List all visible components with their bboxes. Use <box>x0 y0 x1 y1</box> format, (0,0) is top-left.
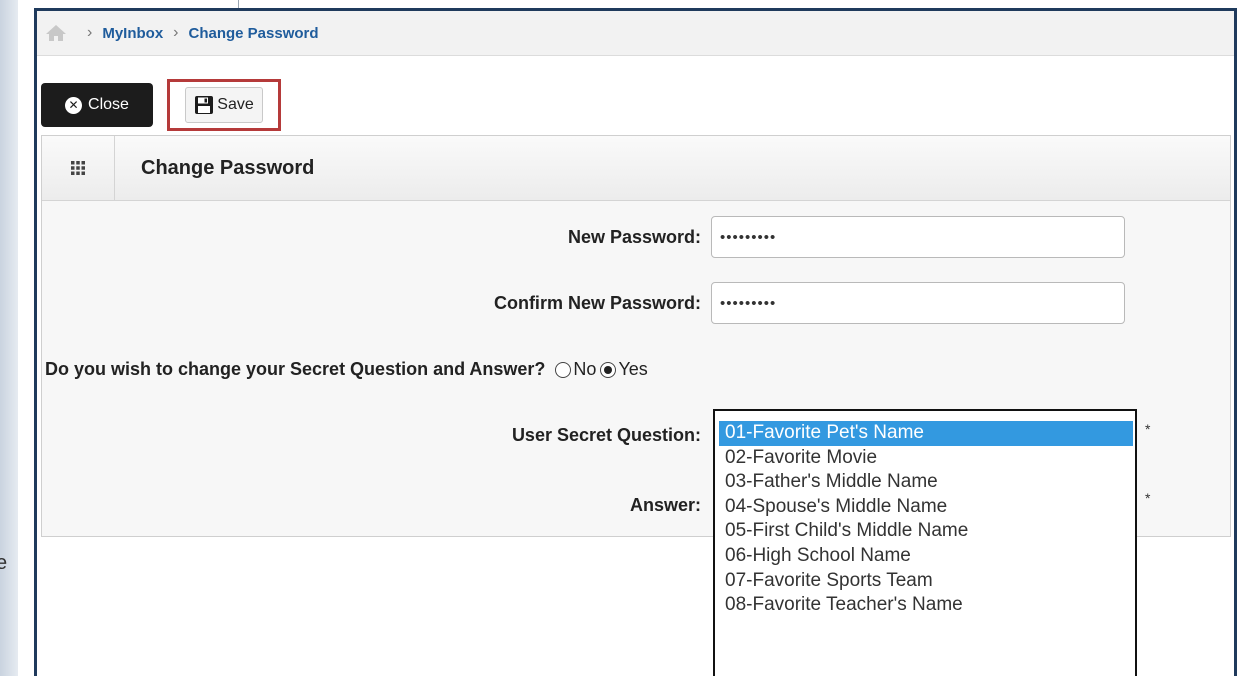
required-marker: * <box>1145 421 1151 437</box>
confirm-password-label: Confirm New Password: <box>493 292 701 313</box>
listbox-option[interactable]: 05-First Child's Middle Name <box>719 519 1133 544</box>
close-button-label: Close <box>88 96 129 113</box>
chevron-right-icon: › <box>87 24 93 41</box>
save-icon <box>195 96 214 114</box>
listbox-option[interactable]: 01-Favorite Pet's Name <box>719 421 1133 446</box>
grid-menu-button[interactable] <box>42 136 115 200</box>
listbox-option[interactable]: 08-Favorite Teacher's Name <box>719 593 1133 618</box>
new-password-row: New Password: ••••••••• <box>37 216 1125 258</box>
yes-radio-label[interactable]: Yes <box>618 359 647 380</box>
confirm-password-input[interactable]: ••••••••• <box>711 282 1125 324</box>
listbox-option[interactable]: 03-Father's Middle Name <box>719 470 1133 495</box>
answer-label: Answer: <box>629 495 701 515</box>
secret-question-label: User Secret Question: <box>511 425 701 445</box>
main-window: › MyInbox › Change Password ✕ Close Save <box>34 8 1237 676</box>
no-radio[interactable] <box>555 361 572 378</box>
answer-row: Answer: <box>37 495 701 516</box>
change-secret-row: Do you wish to change your Secret Questi… <box>45 359 652 380</box>
chevron-right-icon: › <box>173 24 179 41</box>
breadcrumb: › MyInbox › Change Password <box>37 11 1234 56</box>
breadcrumb-item-myinbox[interactable]: MyInbox <box>102 25 163 42</box>
home-icon[interactable] <box>45 24 67 42</box>
panel-header: Change Password <box>42 136 1230 201</box>
secret-question-row: User Secret Question: <box>37 425 701 446</box>
confirm-password-row: Confirm New Password: ••••••••• <box>37 282 1125 324</box>
toolbar: ✕ Close Save <box>41 79 281 131</box>
change-secret-label: Do you wish to change your Secret Questi… <box>45 359 546 379</box>
listbox-option[interactable]: 02-Favorite Movie <box>719 446 1133 471</box>
no-radio-label[interactable]: No <box>573 359 596 380</box>
grid-icon <box>71 161 85 175</box>
new-password-input[interactable]: ••••••••• <box>711 216 1125 258</box>
background-left-strip: e <box>0 0 18 676</box>
cut-off-text: e <box>0 552 8 574</box>
listbox-option[interactable]: 07-Favorite Sports Team <box>719 569 1133 594</box>
panel-title: Change Password <box>141 156 315 179</box>
new-password-label: New Password: <box>567 226 701 247</box>
save-button-highlight: Save <box>167 79 281 131</box>
close-button[interactable]: ✕ Close <box>41 83 153 127</box>
breadcrumb-item-change-password[interactable]: Change Password <box>189 25 319 42</box>
required-marker: * <box>1145 490 1151 506</box>
save-button[interactable]: Save <box>185 87 263 123</box>
yes-radio[interactable] <box>600 361 617 378</box>
listbox-option[interactable]: 06-High School Name <box>719 544 1133 569</box>
listbox-option[interactable]: 04-Spouse's Middle Name <box>719 495 1133 520</box>
close-icon: ✕ <box>65 96 83 114</box>
secret-question-listbox[interactable]: 01-Favorite Pet's Name 02-Favorite Movie… <box>713 409 1137 676</box>
save-button-label: Save <box>217 96 254 113</box>
